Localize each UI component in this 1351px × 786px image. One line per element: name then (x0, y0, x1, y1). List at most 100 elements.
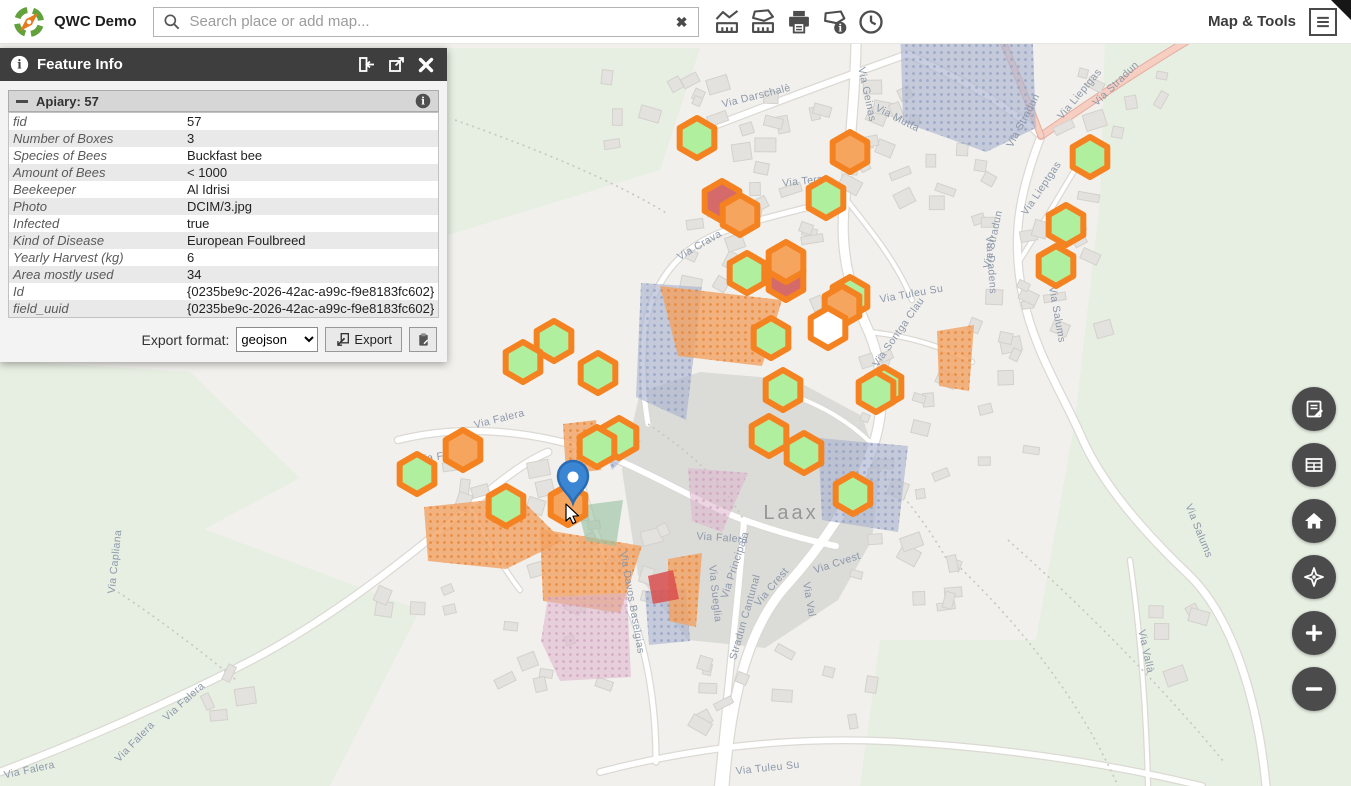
clear-search-button[interactable]: ✖ (674, 15, 690, 29)
attribute-label: Infected (9, 215, 184, 232)
attribute-label: Photo (9, 198, 184, 215)
feature-section-label: Apiary: 57 (36, 94, 407, 109)
attribute-row: Area mostly used34 (9, 266, 439, 283)
apiary-marker-green[interactable] (766, 370, 801, 410)
attribute-value: {0235be9c-2026-42ac-a99c-f9e8183fc602} (183, 283, 439, 300)
app-title: QWC Demo (54, 13, 137, 30)
time-manager-icon[interactable] (853, 4, 889, 40)
feature-info-header[interactable]: i Feature Info (0, 48, 447, 81)
feature-info-panel: i Feature Info Apiary: 57 (0, 48, 447, 362)
search-input[interactable] (188, 12, 668, 31)
dock-panel-button[interactable] (355, 54, 377, 76)
attribute-value: 34 (183, 266, 439, 283)
map-controls (1292, 387, 1336, 711)
print-icon[interactable] (781, 4, 817, 40)
attribute-label: Kind of Disease (9, 232, 184, 249)
export-icon (335, 332, 350, 347)
report-icon (1302, 397, 1326, 421)
svg-text:i: i (421, 97, 425, 108)
apiary-marker-orange[interactable] (446, 430, 481, 470)
apiary-marker-orange[interactable] (723, 195, 758, 235)
maximize-panel-button[interactable] (385, 54, 407, 76)
attribute-row: Amount of Bees< 1000 (9, 164, 439, 181)
apiary-marker-green[interactable] (506, 342, 541, 382)
open-window-icon (387, 55, 406, 74)
info-icon: i (10, 55, 29, 74)
qwc-logo-icon (12, 5, 46, 39)
export-format-select[interactable]: geojson (236, 327, 318, 352)
apiary-marker-green[interactable] (752, 416, 787, 456)
feature-attribute-table: fid57Number of Boxes3Species of BeesBuck… (8, 112, 439, 318)
close-panel-button[interactable] (415, 54, 437, 76)
home-icon (1302, 509, 1326, 533)
attribute-row: Yearly Harvest (kg)6 (9, 249, 439, 266)
attribute-row: field_uuid{0235be9c-2026-42ac-a99c-f9e81… (9, 300, 439, 318)
apiary-marker-green[interactable] (489, 486, 524, 526)
attribute-value: {0235be9c-2026-42ac-a99c-f9e8183fc602} (183, 300, 439, 318)
attribute-label: Id (9, 283, 184, 300)
attribute-row: Species of BeesBuckfast bee (9, 147, 439, 164)
apiary-marker-green[interactable] (400, 454, 435, 494)
attribute-value: < 1000 (183, 164, 439, 181)
apiary-marker-green[interactable] (1049, 205, 1084, 245)
copy-to-clipboard-button[interactable] (409, 327, 437, 352)
street-label: Via Tuleu Su (735, 759, 800, 778)
attribute-value: true (183, 215, 439, 232)
report-button[interactable] (1292, 387, 1336, 431)
apiary-marker-green[interactable] (859, 372, 894, 412)
apiary-marker-orange[interactable] (769, 242, 804, 282)
attribute-row: BeekeeperAl Idrisi (9, 181, 439, 198)
apiary-marker-green[interactable] (680, 118, 715, 158)
search-icon (162, 12, 182, 32)
svg-text:i: i (838, 23, 842, 34)
apiary-marker-green[interactable] (1073, 137, 1108, 177)
apiary-marker-green[interactable] (836, 474, 871, 514)
close-icon (417, 56, 435, 74)
apiary-marker-green[interactable] (809, 178, 844, 218)
attribute-row: PhotoDCIM/3.jpg (9, 198, 439, 215)
apiary-marker-green[interactable] (580, 427, 615, 467)
identify-region-icon[interactable]: i (817, 4, 853, 40)
apiary-marker-green[interactable] (730, 253, 765, 293)
panel-title: Feature Info (37, 56, 123, 73)
attribute-label: Number of Boxes (9, 130, 184, 147)
zoom-out-button[interactable] (1292, 667, 1336, 711)
plus-icon (1302, 621, 1326, 645)
attribute-value: 57 (183, 113, 439, 131)
feature-info-badge-icon[interactable]: i (415, 93, 431, 109)
attribute-label: Beekeeper (9, 181, 184, 198)
apiary-marker-green[interactable] (1039, 246, 1074, 286)
attribute-value: DCIM/3.jpg (183, 198, 439, 215)
feature-section-header[interactable]: Apiary: 57 i (8, 90, 439, 112)
apiary-marker-green[interactable] (581, 353, 616, 393)
attribute-row: Number of Boxes3 (9, 130, 439, 147)
apiary-marker-green[interactable] (787, 433, 822, 473)
toolbar-tools: i (709, 4, 889, 40)
attribute-label: fid (9, 113, 184, 131)
measure-area-icon[interactable] (745, 4, 781, 40)
street-label: Via Crava (675, 228, 724, 263)
apiary-marker-green[interactable] (754, 318, 789, 358)
zoom-in-button[interactable] (1292, 611, 1336, 655)
apiary-marker-orange[interactable] (833, 132, 868, 172)
attribute-label: Amount of Bees (9, 164, 184, 181)
locate-button[interactable] (1292, 555, 1336, 599)
attribute-value: 6 (183, 249, 439, 266)
attribute-row: fid57 (9, 113, 439, 131)
measure-line-icon[interactable] (709, 4, 745, 40)
export-button[interactable]: Export (325, 327, 402, 352)
topbar: QWC Demo ✖ (0, 0, 1351, 44)
attribute-table-button[interactable] (1292, 443, 1336, 487)
collapse-icon[interactable] (16, 100, 28, 103)
place-label-laax: Laax (763, 502, 818, 524)
menu-area: Map & Tools (1208, 8, 1351, 36)
attribute-value: European Foulbreed (183, 232, 439, 249)
dock-left-icon (357, 55, 376, 74)
minus-icon (1302, 677, 1326, 701)
attribute-row: Id{0235be9c-2026-42ac-a99c-f9e8183fc602} (9, 283, 439, 300)
attribute-value: Al Idrisi (183, 181, 439, 198)
clipboard-icon (416, 332, 431, 347)
home-button[interactable] (1292, 499, 1336, 543)
apiary-marker-white[interactable] (811, 308, 846, 348)
svg-text:i: i (17, 58, 22, 72)
